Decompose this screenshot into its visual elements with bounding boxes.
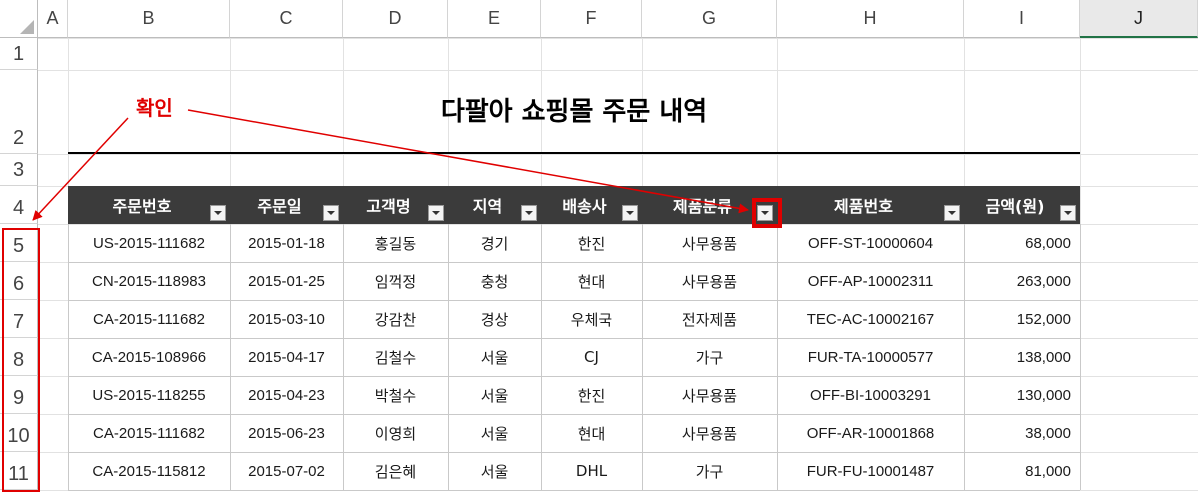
annotation-arrows xyxy=(32,109,749,221)
table-row-border xyxy=(68,490,1080,491)
arrow-to-row-numbers xyxy=(32,117,129,221)
arrow-to-filter-button xyxy=(187,109,749,214)
spreadsheet: A B C D E F G H I J 1 2 3 4 5 6 7 8 9 10 11 다팔아 쇼핑몰 주문 내역 주문번호… xyxy=(0,0,1198,492)
